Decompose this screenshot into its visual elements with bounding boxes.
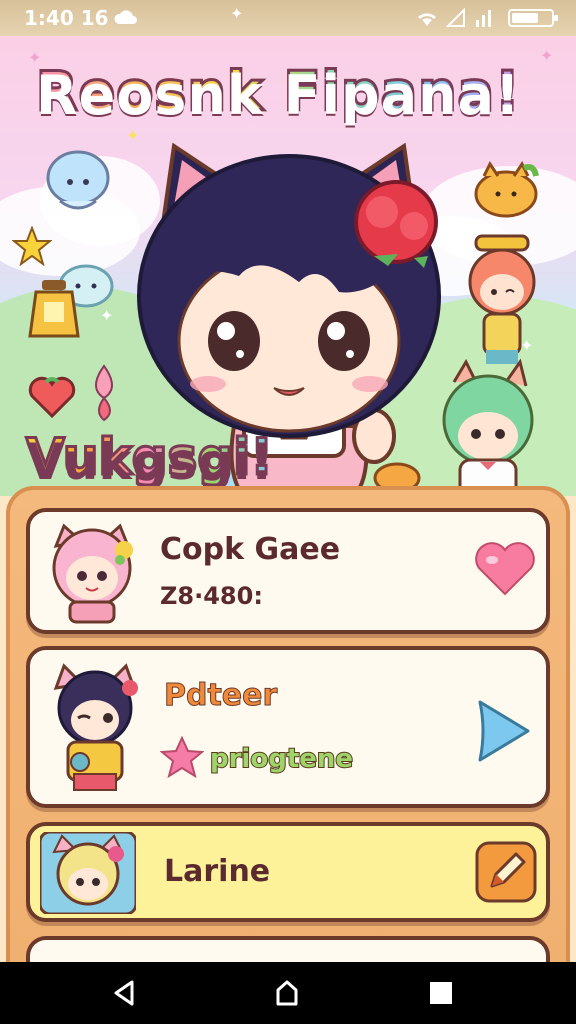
candy-drop-icon [95, 364, 113, 422]
pink-hair-avatar [52, 523, 133, 624]
card-1-subtitle: Z8·480: [160, 582, 263, 610]
bunny-bun-icon [474, 161, 539, 218]
star-icon [160, 736, 204, 778]
signal-bars-icon [476, 10, 491, 27]
signal-off-icon [446, 8, 465, 27]
recents-icon[interactable] [426, 978, 456, 1008]
sparkle-icon: ✦ [230, 4, 244, 23]
edit-pen-icon[interactable] [474, 840, 538, 904]
card-2-title: Pdteer [163, 678, 278, 714]
game-subtitle: Vukgsgi! [24, 427, 274, 488]
cloud-notification-icon [114, 10, 137, 24]
back-icon[interactable] [110, 978, 140, 1008]
purple-hair-avatar [53, 663, 138, 791]
menu-card-1[interactable]: Copk Gaee Z8·480: [26, 508, 550, 634]
card-2-tag: priogtene [209, 743, 354, 775]
battery-icon [508, 9, 558, 27]
blonde-hair-avatar [40, 832, 136, 914]
status-time: 1:40 16 [24, 6, 109, 30]
sparkle-icon: ✦ [540, 46, 554, 65]
card-3-title: Larine [164, 854, 271, 889]
lantern-icon [28, 280, 80, 338]
ghost-buddy-icon [46, 150, 110, 210]
heart-icon[interactable] [474, 542, 536, 598]
play-arrow-icon[interactable] [474, 696, 534, 766]
status-bar: 1:40 16 ✦ [0, 0, 576, 36]
game-title: Reosnk Fipana! [35, 59, 522, 125]
star-icon [12, 226, 52, 266]
hero-banner: ✦ ✦ ✦ ✦ ✦ Reosnk Fipana! Vukgsgi! [0, 36, 576, 496]
heart-fruit-icon [28, 376, 76, 419]
home-icon[interactable] [272, 978, 302, 1008]
card-1-title: Copk Gaee [160, 532, 341, 567]
wifi-icon [418, 13, 436, 26]
menu-card-2[interactable]: Pdteer priogtene [26, 646, 550, 808]
menu-card-3[interactable]: Larine [26, 822, 550, 922]
system-nav-bar [0, 962, 576, 1024]
girl-character-icon [468, 234, 536, 364]
